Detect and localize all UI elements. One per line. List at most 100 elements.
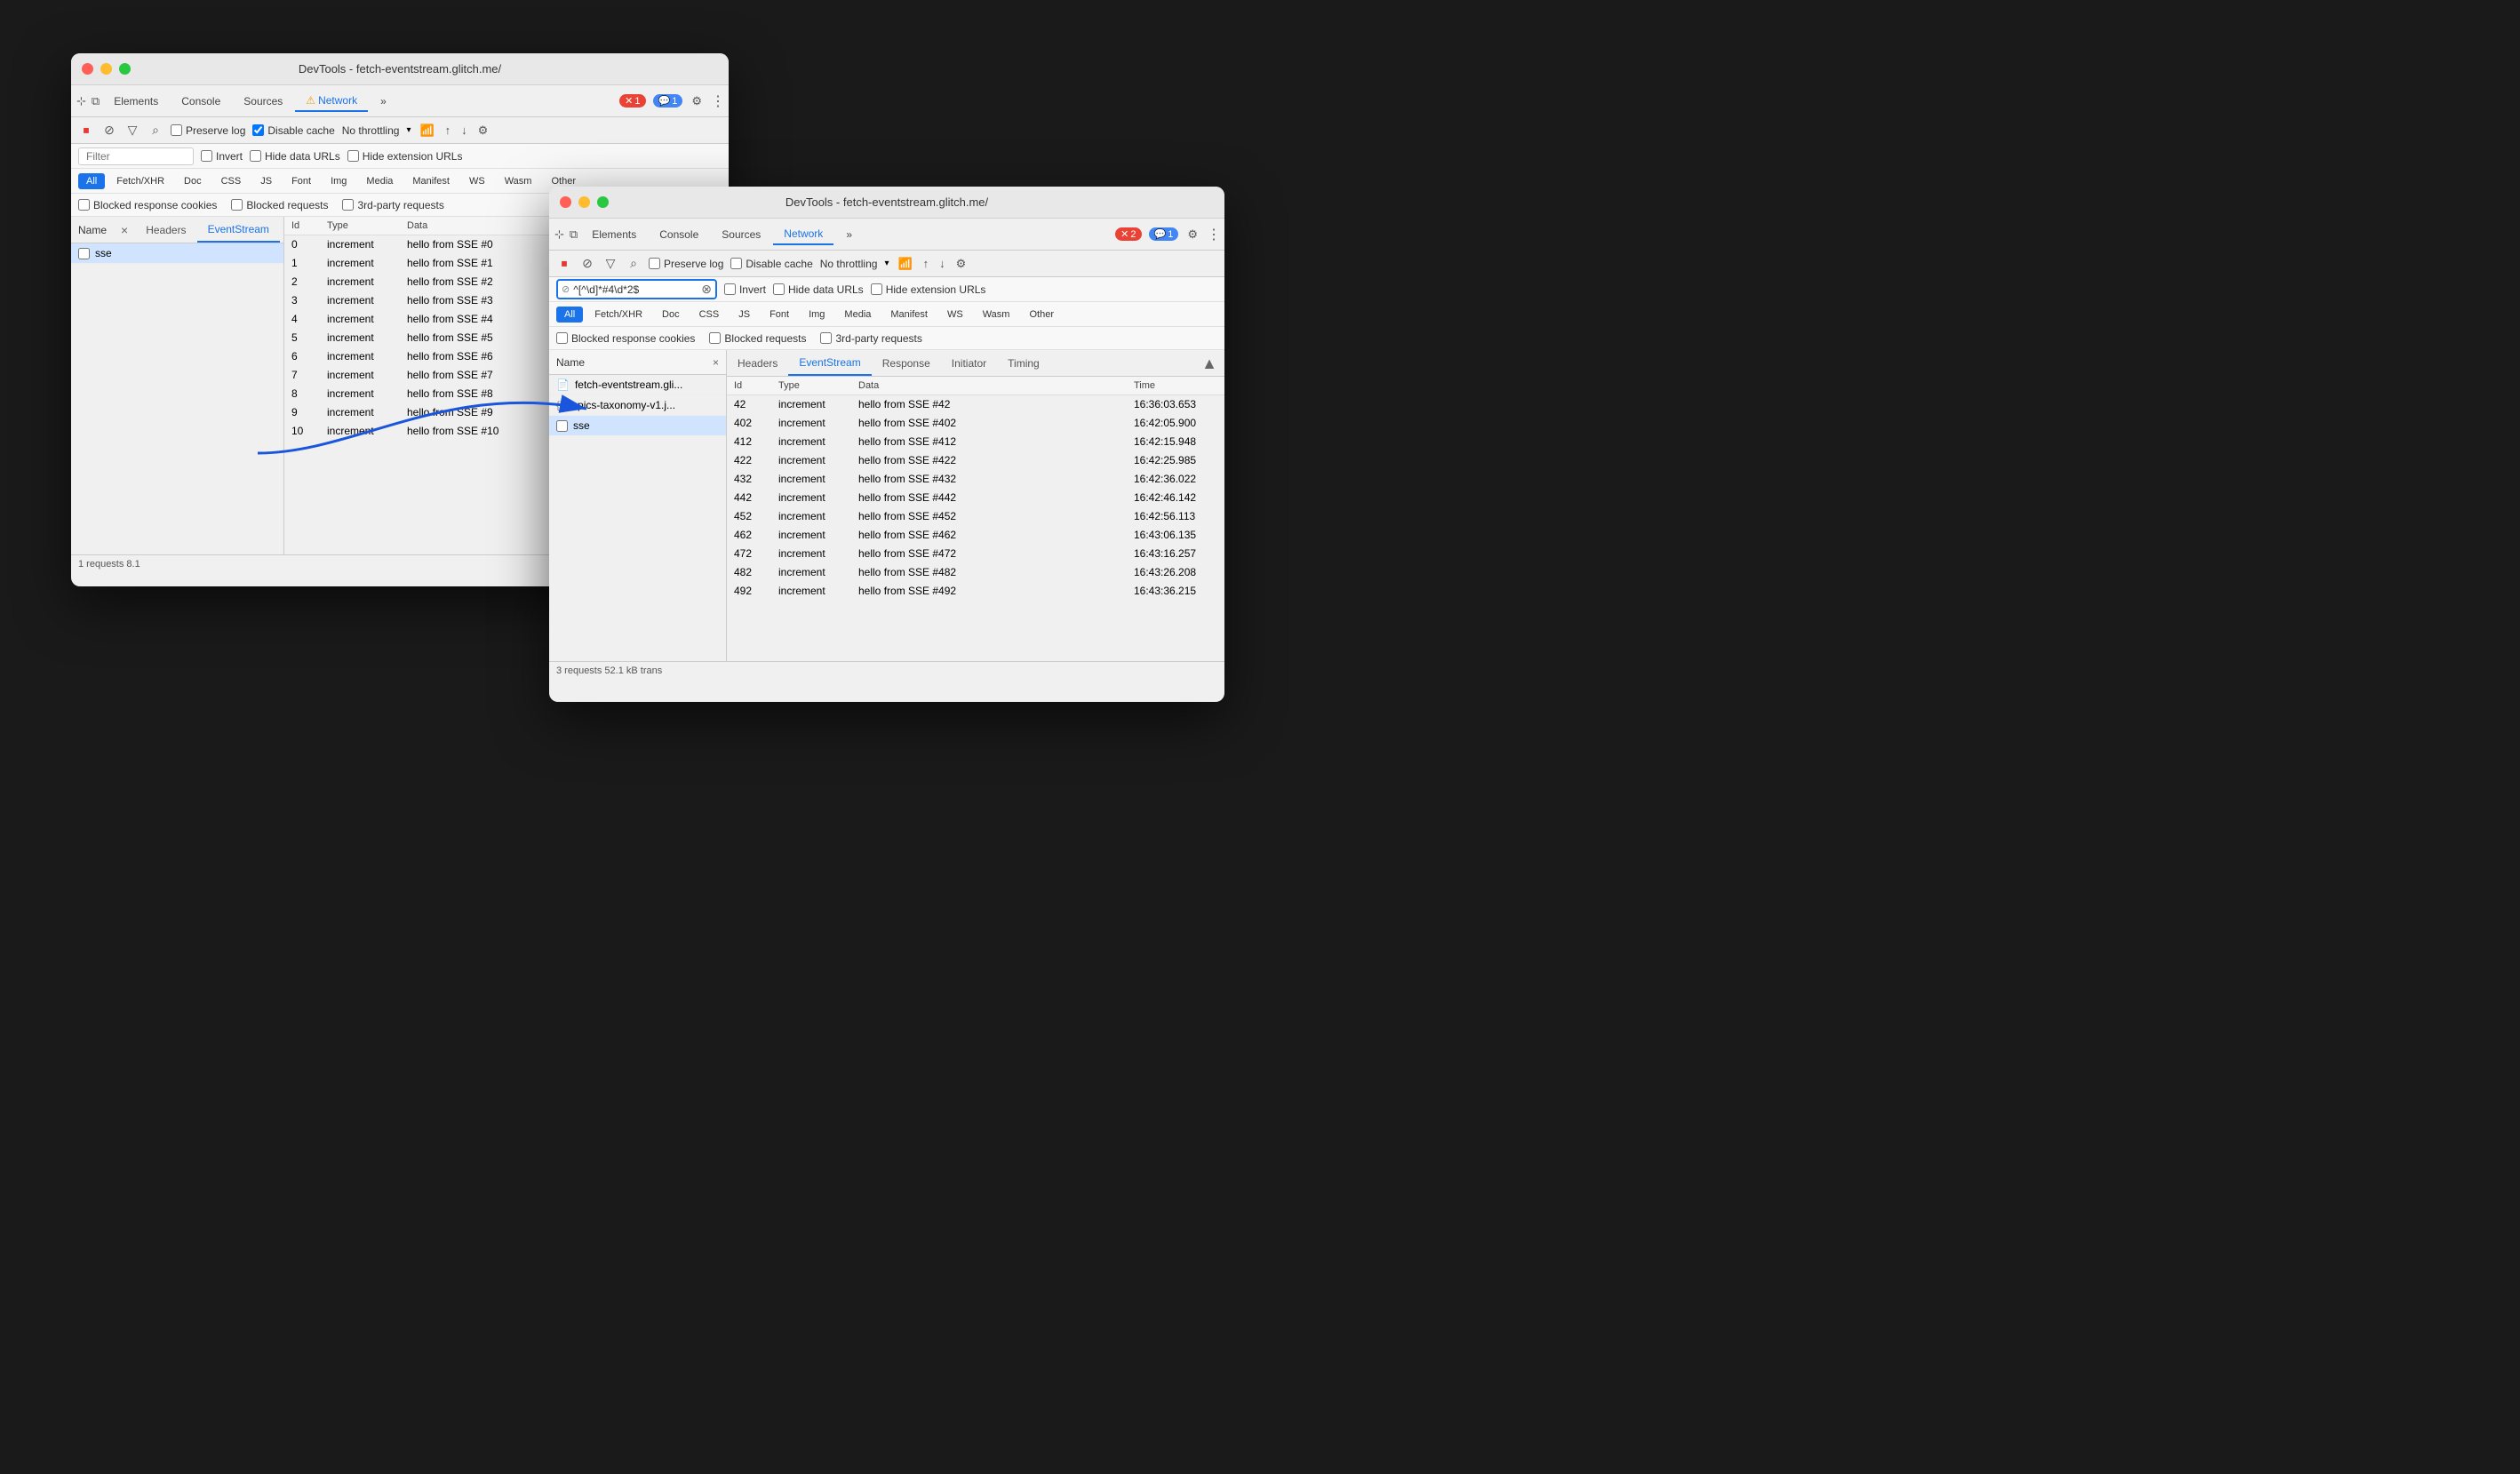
event-row-452[interactable]: 452 increment hello from SSE #452 16:42:… <box>727 507 1224 526</box>
type-all-btn-1[interactable]: All <box>78 173 105 189</box>
preserve-log-input-1[interactable] <box>171 124 182 136</box>
tab-elements-2[interactable]: Elements <box>581 225 647 244</box>
event-row-482[interactable]: 482 increment hello from SSE #482 16:43:… <box>727 563 1224 582</box>
type-wasm-btn-2[interactable]: Wasm <box>975 307 1018 323</box>
hide-data-urls-checkbox-1[interactable]: Hide data URLs <box>250 150 340 163</box>
type-img-btn-1[interactable]: Img <box>323 173 355 189</box>
more-icon-2[interactable]: ⋮ <box>1207 226 1221 243</box>
blocked-requests-checkbox-2[interactable]: Blocked requests <box>709 332 806 345</box>
preserve-log-checkbox-1[interactable]: Preserve log <box>171 124 245 137</box>
close-panel-btn-1[interactable]: × <box>114 223 135 237</box>
event-row-492[interactable]: 492 increment hello from SSE #492 16:43:… <box>727 582 1224 601</box>
close-button-2[interactable] <box>560 196 571 208</box>
clear-btn-2[interactable]: ⊘ <box>579 256 595 272</box>
hide-ext-urls-input-2[interactable] <box>871 283 882 295</box>
tab-sources-2[interactable]: Sources <box>711 225 771 244</box>
blocked-cookies-checkbox-1[interactable]: Blocked response cookies <box>78 199 217 211</box>
record-stop-btn-1[interactable]: ⏹ <box>78 123 94 139</box>
third-party-input-1[interactable] <box>342 199 354 211</box>
search-btn-2[interactable]: ⌕ <box>626 256 642 272</box>
panel-tab-response-2[interactable]: Response <box>872 350 941 376</box>
third-party-checkbox-1[interactable]: 3rd-party requests <box>342 199 443 211</box>
layers-icon-2[interactable]: ⧉ <box>568 226 579 243</box>
settings-icon-1[interactable]: ⚙ <box>690 92 704 110</box>
tab-console-1[interactable]: Console <box>171 92 231 111</box>
panel-tab-headers-2[interactable]: Headers <box>727 350 788 376</box>
close-button-1[interactable] <box>82 63 93 75</box>
maximize-button-2[interactable] <box>597 196 609 208</box>
minimize-button-2[interactable] <box>578 196 590 208</box>
hide-ext-urls-checkbox-2[interactable]: Hide extension URLs <box>871 283 986 296</box>
type-js-btn-2[interactable]: JS <box>730 307 758 323</box>
hide-data-urls-input-2[interactable] <box>773 283 785 295</box>
panel-tab-eventstream-1[interactable]: EventStream <box>197 217 280 243</box>
throttle-select-2[interactable]: No throttling <box>820 258 878 270</box>
hide-ext-urls-input-1[interactable] <box>347 150 359 162</box>
type-manifest-btn-2[interactable]: Manifest <box>882 307 936 323</box>
tab-network-1[interactable]: ⚠Network <box>295 91 368 112</box>
third-party-checkbox-2[interactable]: 3rd-party requests <box>820 332 921 345</box>
type-font-btn-2[interactable]: Font <box>762 307 797 323</box>
tab-more-1[interactable]: » <box>370 92 397 111</box>
minimize-button-1[interactable] <box>100 63 112 75</box>
type-ws-btn-1[interactable]: WS <box>461 173 493 189</box>
event-row-402[interactable]: 402 increment hello from SSE #402 16:42:… <box>727 414 1224 433</box>
type-fetch-btn-1[interactable]: Fetch/XHR <box>108 173 172 189</box>
sse-checkbox-1[interactable] <box>78 248 90 259</box>
event-row-42[interactable]: 42 increment hello from SSE #42 16:36:03… <box>727 395 1224 414</box>
record-stop-btn-2[interactable]: ⏹ <box>556 256 572 272</box>
tab-console-2[interactable]: Console <box>649 225 709 244</box>
invert-input-1[interactable] <box>201 150 212 162</box>
regex-filter-input[interactable] <box>573 283 698 296</box>
event-row-462[interactable]: 462 increment hello from SSE #462 16:43:… <box>727 526 1224 545</box>
type-all-btn-2[interactable]: All <box>556 307 583 323</box>
disable-cache-input-2[interactable] <box>730 258 742 269</box>
blocked-requests-checkbox-1[interactable]: Blocked requests <box>231 199 328 211</box>
type-ws-btn-2[interactable]: WS <box>939 307 971 323</box>
settings2-icon-2[interactable]: ⚙ <box>954 255 969 273</box>
filter-btn-1[interactable]: ▽ <box>124 123 140 139</box>
settings2-icon-1[interactable]: ⚙ <box>476 122 490 139</box>
blocked-requests-input-2[interactable] <box>709 332 721 344</box>
event-row-442[interactable]: 442 increment hello from SSE #442 16:42:… <box>727 489 1224 507</box>
filter-btn-2[interactable]: ▽ <box>602 256 618 272</box>
blocked-cookies-input-1[interactable] <box>78 199 90 211</box>
event-row-422[interactable]: 422 increment hello from SSE #422 16:42:… <box>727 451 1224 470</box>
tab-more-2[interactable]: » <box>835 225 863 244</box>
panel-tab-initiator-2[interactable]: Initiator <box>941 350 997 376</box>
event-row-412[interactable]: 412 increment hello from SSE #412 16:42:… <box>727 433 1224 451</box>
regex-clear-btn[interactable]: ⊗ <box>701 282 712 297</box>
tab-elements-1[interactable]: Elements <box>103 92 169 111</box>
sse-checkbox-2[interactable] <box>556 420 568 432</box>
hide-ext-urls-checkbox-1[interactable]: Hide extension URLs <box>347 150 463 163</box>
blocked-cookies-input-2[interactable] <box>556 332 568 344</box>
tab-sources-1[interactable]: Sources <box>233 92 293 111</box>
third-party-input-2[interactable] <box>820 332 832 344</box>
clear-btn-1[interactable]: ⊘ <box>101 123 117 139</box>
tab-network-2[interactable]: Network <box>773 224 833 245</box>
event-row-472[interactable]: 472 increment hello from SSE #472 16:43:… <box>727 545 1224 563</box>
invert-input-2[interactable] <box>724 283 736 295</box>
type-css-btn-1[interactable]: CSS <box>213 173 250 189</box>
blocked-cookies-checkbox-2[interactable]: Blocked response cookies <box>556 332 695 345</box>
preserve-log-checkbox-2[interactable]: Preserve log <box>649 258 723 270</box>
panel-tab-eventstream-2[interactable]: EventStream <box>788 350 871 376</box>
more-icon-1[interactable]: ⋮ <box>711 92 725 110</box>
blocked-requests-input-1[interactable] <box>231 199 243 211</box>
request-row-fetch[interactable]: 📄 fetch-eventstream.gli... <box>549 375 726 395</box>
panel-tab-timing-2[interactable]: Timing <box>997 350 1050 376</box>
type-fetch-btn-2[interactable]: Fetch/XHR <box>586 307 650 323</box>
hide-data-urls-checkbox-2[interactable]: Hide data URLs <box>773 283 864 296</box>
type-wasm-btn-1[interactable]: Wasm <box>497 173 540 189</box>
type-media-btn-2[interactable]: Media <box>836 307 879 323</box>
type-doc-btn-1[interactable]: Doc <box>176 173 210 189</box>
panel-tab-headers-1[interactable]: Headers <box>135 217 196 243</box>
disable-cache-checkbox-2[interactable]: Disable cache <box>730 258 812 270</box>
sse-request-row-1[interactable]: sse <box>71 243 283 264</box>
preserve-log-input-2[interactable] <box>649 258 660 269</box>
type-img-btn-2[interactable]: Img <box>801 307 833 323</box>
request-row-sse-2[interactable]: sse <box>549 416 726 436</box>
invert-checkbox-1[interactable]: Invert <box>201 150 243 163</box>
type-css-btn-2[interactable]: CSS <box>691 307 728 323</box>
throttle-select-1[interactable]: No throttling <box>342 124 400 137</box>
